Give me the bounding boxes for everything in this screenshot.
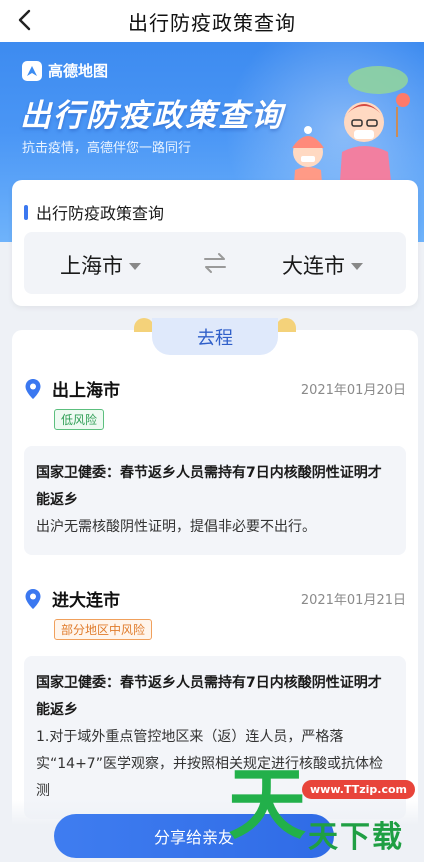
arrival-name: 进大连市 <box>24 586 120 611</box>
site-watermark: 天 www.TTzip.com 天下载 <box>224 742 424 862</box>
policy-notice: 国家卫健委：春节返乡人员需持有7日内核酸阴性证明才能返乡 出沪无需核酸阴性证明，… <box>24 446 406 555</box>
section-accent-bar <box>24 204 28 220</box>
tab-decoration <box>276 318 296 332</box>
notice-body: 出沪无需核酸阴性证明，提倡非必要不出行。 <box>36 519 316 535</box>
from-city-dropdown[interactable]: 上海市 <box>60 250 141 280</box>
tab-outbound[interactable]: 去程 <box>152 318 278 355</box>
departure-header: 出上海市 2021年01月20日 <box>24 376 406 401</box>
departure-section: 出上海市 2021年01月20日 低风险 国家卫健委：春节返乡人员需持有7日内核… <box>24 376 406 555</box>
notice-title: 国家卫健委：春节返乡人员需持有7日内核酸阴性证明才能返乡 <box>36 465 382 508</box>
section-title: 出行防疫政策查询 <box>36 204 165 223</box>
brand-logo: 高德地图 <box>22 60 108 81</box>
city-selector: 上海市 大连市 <box>24 232 406 294</box>
page-title: 出行防疫政策查询 <box>128 10 296 35</box>
caret-down-icon <box>129 263 141 270</box>
tab-decoration <box>134 318 154 332</box>
to-city-dropdown[interactable]: 大连市 <box>282 250 363 280</box>
chevron-left-icon <box>18 9 31 31</box>
location-pin-icon <box>25 588 41 609</box>
arrival-city-label: 进大连市 <box>52 591 120 611</box>
watermark-glyph: 天 <box>228 759 307 850</box>
banner-subtitle: 抗击疫情，高德伴您一路同行 <box>22 141 192 156</box>
departure-date: 2021年01月20日 <box>300 383 406 398</box>
risk-badge: 低风险 <box>54 409 105 430</box>
arrival-header: 进大连市 2021年01月21日 <box>24 586 406 611</box>
trip-tab: 去程 <box>0 318 424 358</box>
location-pin-icon <box>25 378 41 399</box>
departure-name: 出上海市 <box>24 376 120 401</box>
watermark-text: 天下载 <box>308 820 404 855</box>
arrival-date: 2021年01月21日 <box>300 593 406 608</box>
brand-name: 高德地图 <box>48 62 109 80</box>
banner-title: 出行防疫政策查询 <box>20 98 284 134</box>
nav-bar: 出行防疫政策查询 <box>0 0 424 42</box>
back-button[interactable] <box>8 4 40 36</box>
departure-city-label: 出上海市 <box>52 381 120 401</box>
section-header: 出行防疫政策查询 <box>24 200 164 224</box>
caret-down-icon <box>351 263 363 270</box>
amap-logo-icon <box>22 60 42 81</box>
risk-badge: 部分地区中风险 <box>54 619 153 640</box>
from-city-label: 上海市 <box>60 254 123 278</box>
query-card: 出行防疫政策查询 上海市 大连市 <box>12 180 418 306</box>
swap-icon[interactable] <box>202 251 228 275</box>
to-city-label: 大连市 <box>282 254 345 278</box>
watermark-url: www.TTzip.com <box>302 780 415 799</box>
notice-title: 国家卫健委：春节返乡人员需持有7日内核酸阴性证明才能返乡 <box>36 675 382 718</box>
